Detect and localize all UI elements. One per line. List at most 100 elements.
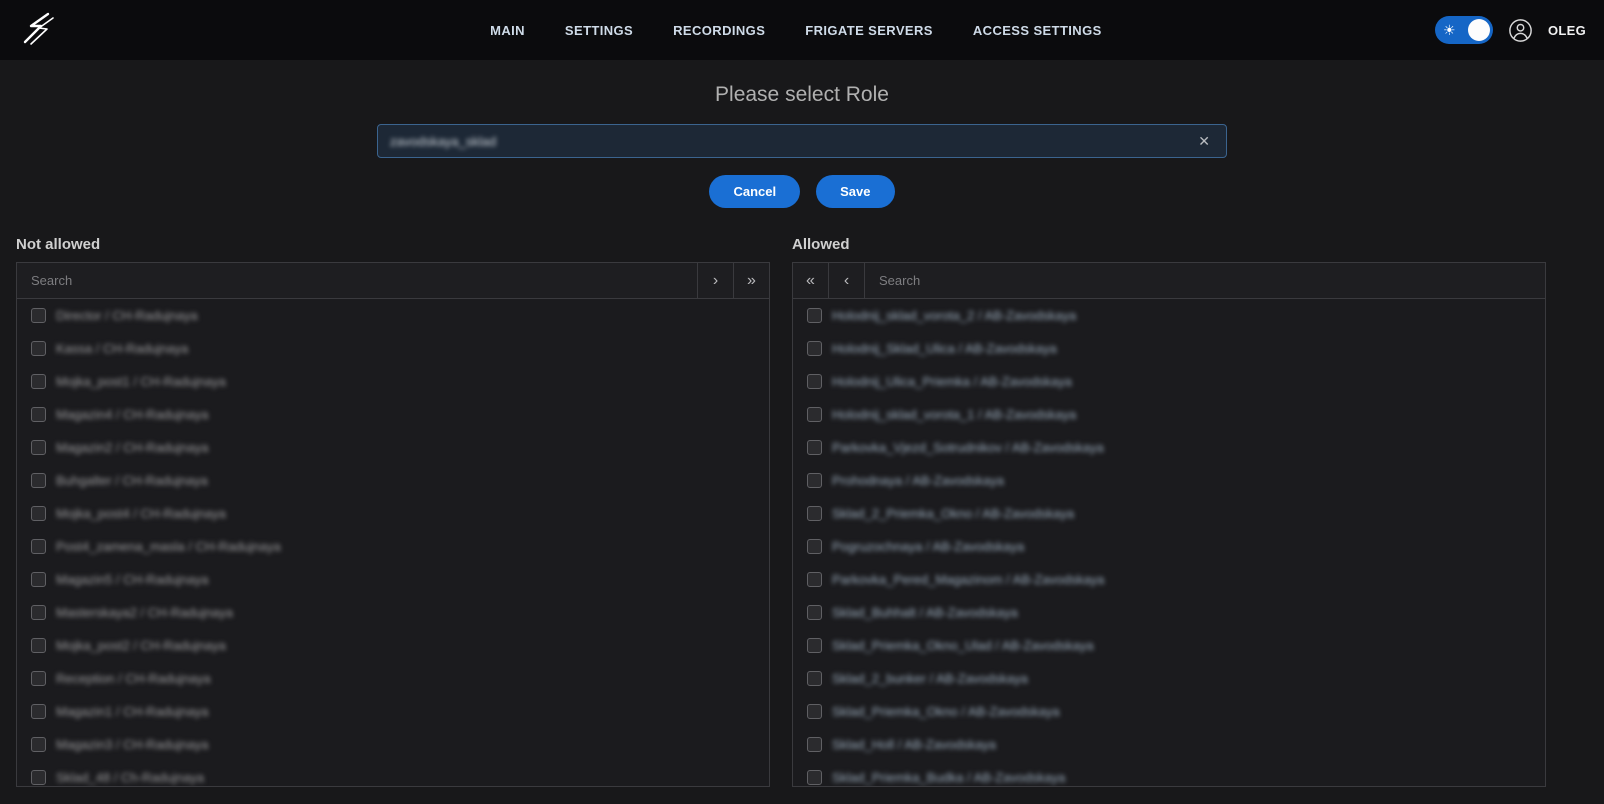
list-item[interactable]: Sklad_Priemka_Okno / AB-Zavodskaya	[793, 695, 1545, 728]
clear-input-button[interactable]: ✕	[1194, 131, 1214, 152]
move-selected-left-button[interactable]: ‹	[829, 263, 865, 298]
list-item[interactable]: Sklad_Holl / AB-Zavodskaya	[793, 728, 1545, 761]
list-item[interactable]: Mojka_post1 / CH-Radujnaya	[17, 365, 769, 398]
list-item[interactable]: Sklad_48 / Ch-Radujnaya	[17, 761, 769, 787]
nav-link[interactable]: SETTINGS	[565, 23, 633, 38]
list-item[interactable]: Director / CH-Radujnaya	[17, 299, 769, 332]
list-item[interactable]: Kassa / CH-Radujnaya	[17, 332, 769, 365]
list-item[interactable]: Holodnij_sklad_vorota_1 / AB-Zavodskaya	[793, 398, 1545, 431]
allowed-search-input[interactable]	[865, 263, 1545, 298]
item-label: Director / CH-Radujnaya	[56, 308, 198, 323]
item-label: Magazin5 / CH-Radujnaya	[56, 572, 208, 587]
item-checkbox[interactable]	[807, 473, 822, 488]
item-checkbox[interactable]	[807, 440, 822, 455]
list-item[interactable]: Sklad_2_Priemka_Okno / AB-Zavodskaya	[793, 497, 1545, 530]
item-checkbox[interactable]	[807, 341, 822, 356]
item-label: Magazin4 / CH-Radujnaya	[56, 407, 208, 422]
item-label: Post4_zamena_masla / CH-Radujnaya	[56, 539, 281, 554]
item-checkbox[interactable]	[807, 572, 822, 587]
item-label: Reception / CH-Radujnaya	[56, 671, 211, 686]
theme-toggle[interactable]: ☀	[1435, 16, 1493, 44]
item-label: Magazin1 / CH-Radujnaya	[56, 704, 208, 719]
item-checkbox[interactable]	[31, 704, 46, 719]
item-checkbox[interactable]	[807, 374, 822, 389]
allowed-header: « ‹	[793, 263, 1545, 299]
list-item[interactable]: Holodnij_Sklad_Ulica / AB-Zavodskaya	[793, 332, 1545, 365]
item-checkbox[interactable]	[31, 341, 46, 356]
move-all-right-button[interactable]: »	[733, 263, 769, 298]
list-item[interactable]: Sklad_Priemka_Budka / AB-Zavodskaya	[793, 761, 1545, 787]
nav-link[interactable]: ACCESS SETTINGS	[973, 23, 1102, 38]
item-checkbox[interactable]	[807, 671, 822, 686]
list-item[interactable]: Magazin4 / CH-Radujnaya	[17, 398, 769, 431]
item-label: Prohodnaya / AB-Zavodskaya	[832, 473, 1004, 488]
item-checkbox[interactable]	[807, 737, 822, 752]
cancel-button[interactable]: Cancel	[709, 175, 800, 208]
item-checkbox[interactable]	[807, 770, 822, 785]
sun-icon: ☀	[1443, 23, 1456, 37]
list-item[interactable]: Magazin1 / CH-Radujnaya	[17, 695, 769, 728]
item-checkbox[interactable]	[31, 605, 46, 620]
list-item[interactable]: Sklad_Priemka_Okno_Ulad / AB-Zavodskaya	[793, 629, 1545, 662]
list-item[interactable]: Post4_zamena_masla / CH-Radujnaya	[17, 530, 769, 563]
item-checkbox[interactable]	[31, 440, 46, 455]
list-item[interactable]: Magazin2 / CH-Radujnaya	[17, 431, 769, 464]
move-selected-right-button[interactable]: ›	[697, 263, 733, 298]
user-icon[interactable]	[1508, 18, 1533, 43]
item-checkbox[interactable]	[807, 704, 822, 719]
username-label[interactable]: OLEG	[1548, 23, 1586, 38]
list-item[interactable]: Sklad_2_bunker / AB-Zavodskaya	[793, 662, 1545, 695]
nav-link[interactable]: MAIN	[490, 23, 525, 38]
item-label: Pogruzochnaya / AB-Zavodskaya	[832, 539, 1024, 554]
item-checkbox[interactable]	[31, 308, 46, 323]
item-checkbox[interactable]	[807, 506, 822, 521]
nav-link[interactable]: FRIGATE SERVERS	[805, 23, 933, 38]
list-item[interactable]: Reception / CH-Radujnaya	[17, 662, 769, 695]
item-label: Masterskaya2 / CH-Radujnaya	[56, 605, 233, 620]
move-all-left-button[interactable]: «	[793, 263, 829, 298]
list-item[interactable]: Pogruzochnaya / AB-Zavodskaya	[793, 530, 1545, 563]
item-checkbox[interactable]	[807, 605, 822, 620]
item-checkbox[interactable]	[31, 638, 46, 653]
list-item[interactable]: Parkovka_Pered_Magazinom / AB-Zavodskaya	[793, 563, 1545, 596]
item-checkbox[interactable]	[31, 539, 46, 554]
list-item[interactable]: Mojka_post2 / CH-Radujnaya	[17, 629, 769, 662]
save-button[interactable]: Save	[816, 175, 894, 208]
list-item[interactable]: Sklad_Buhhalt / AB-Zavodskaya	[793, 596, 1545, 629]
list-item[interactable]: Buhgalter / CH-Radujnaya	[17, 464, 769, 497]
list-item[interactable]: Magazin5 / CH-Radujnaya	[17, 563, 769, 596]
list-item[interactable]: Masterskaya2 / CH-Radujnaya	[17, 596, 769, 629]
list-item[interactable]: Parkovka_Vjezd_Sotrudnikov / AB-Zavodska…	[793, 431, 1545, 464]
nav-link[interactable]: RECORDINGS	[673, 23, 765, 38]
not-allowed-search-input[interactable]	[17, 263, 697, 298]
item-checkbox[interactable]	[31, 374, 46, 389]
item-checkbox[interactable]	[31, 506, 46, 521]
item-checkbox[interactable]	[807, 407, 822, 422]
list-item[interactable]: Holodnij_Ulica_Priemka / AB-Zavodskaya	[793, 365, 1545, 398]
list-item[interactable]: Magazin3 / CH-Radujnaya	[17, 728, 769, 761]
item-checkbox[interactable]	[31, 737, 46, 752]
list-item[interactable]: Holodnij_sklad_vorota_2 / AB-Zavodskaya	[793, 299, 1545, 332]
item-label: Mojka_post2 / CH-Radujnaya	[56, 638, 226, 653]
role-name-input[interactable]: zavodskaya_sklad ✕	[377, 124, 1227, 158]
item-checkbox[interactable]	[31, 770, 46, 785]
item-checkbox[interactable]	[807, 638, 822, 653]
not-allowed-column: Not allowed › » Director / CH-Radujnaya …	[16, 236, 770, 787]
item-checkbox[interactable]	[31, 572, 46, 587]
not-allowed-list: Director / CH-Radujnaya Kassa / CH-Raduj…	[17, 299, 769, 787]
not-allowed-panel: › » Director / CH-Radujnaya Kassa / CH-R…	[16, 262, 770, 787]
item-checkbox[interactable]	[807, 539, 822, 554]
list-item[interactable]: Prohodnaya / AB-Zavodskaya	[793, 464, 1545, 497]
item-label: Buhgalter / CH-Radujnaya	[56, 473, 208, 488]
item-checkbox[interactable]	[807, 308, 822, 323]
item-label: Holodnij_Ulica_Priemka / AB-Zavodskaya	[832, 374, 1072, 389]
item-label: Sklad_Holl / AB-Zavodskaya	[832, 737, 996, 752]
not-allowed-header: › »	[17, 263, 769, 299]
item-checkbox[interactable]	[31, 671, 46, 686]
item-label: Kassa / CH-Radujnaya	[56, 341, 188, 356]
list-item[interactable]: Mojka_post4 / CH-Radujnaya	[17, 497, 769, 530]
item-checkbox[interactable]	[31, 473, 46, 488]
toggle-knob	[1468, 19, 1490, 41]
item-checkbox[interactable]	[31, 407, 46, 422]
app-logo[interactable]	[18, 10, 60, 50]
